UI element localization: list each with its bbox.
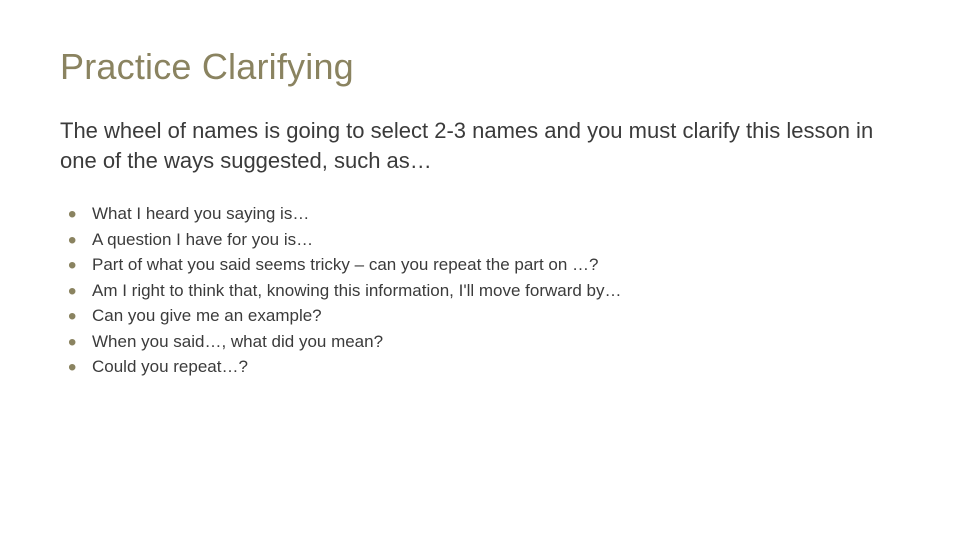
slide-title: Practice Clarifying — [60, 46, 900, 88]
list-item: A question I have for you is… — [66, 227, 900, 253]
list-item: What I heard you saying is… — [66, 201, 900, 227]
list-item: Could you repeat…? — [66, 354, 900, 380]
bullet-list: What I heard you saying is… A question I… — [60, 201, 900, 380]
list-item: When you said…, what did you mean? — [66, 329, 900, 355]
list-item: Can you give me an example? — [66, 303, 900, 329]
slide-intro: The wheel of names is going to select 2-… — [60, 116, 900, 175]
list-item: Am I right to think that, knowing this i… — [66, 278, 900, 304]
slide: Practice Clarifying The wheel of names i… — [0, 0, 960, 540]
list-item: Part of what you said seems tricky – can… — [66, 252, 900, 278]
